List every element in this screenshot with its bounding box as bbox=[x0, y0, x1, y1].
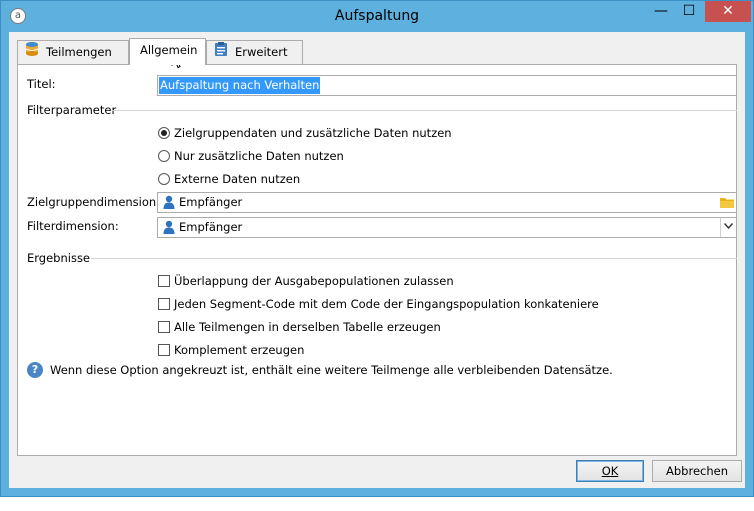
window-title: Aufspaltung bbox=[334, 8, 420, 24]
radio-target-and-extra-data[interactable] bbox=[158, 127, 170, 139]
title-bar[interactable]: a Aufspaltung — ☐ ✕ bbox=[1, 1, 753, 32]
dialog-window: a Aufspaltung — ☐ ✕ Teilmengen Allgemein… bbox=[0, 0, 754, 497]
cancel-button-label: Abbrechen bbox=[666, 464, 728, 478]
tab-teilmengen[interactable]: Teilmengen bbox=[17, 40, 129, 64]
cancel-button[interactable]: Abbrechen bbox=[652, 460, 742, 482]
filter-parameters-heading: Filterparameter bbox=[27, 103, 117, 117]
chevron-down-icon[interactable] bbox=[720, 218, 736, 237]
checkbox-label: Komplement erzeugen bbox=[174, 343, 305, 357]
filter-dimension-select[interactable]: Empfänger bbox=[157, 217, 737, 238]
radio-external-data[interactable] bbox=[158, 173, 170, 185]
tab-label: Teilmengen bbox=[46, 45, 112, 59]
checkbox-allow-overlap[interactable] bbox=[158, 275, 170, 287]
checkbox-concatenate-segment-code[interactable] bbox=[158, 298, 170, 310]
help-icon: ? bbox=[27, 362, 43, 378]
radio-label: Externe Daten nutzen bbox=[174, 172, 301, 186]
group-divider bbox=[91, 258, 737, 259]
database-icon bbox=[24, 41, 40, 64]
ok-button-label: OK bbox=[601, 464, 619, 478]
target-dimension-value: Empfänger bbox=[179, 195, 243, 209]
maximize-button[interactable]: ☐ bbox=[675, 1, 703, 22]
person-icon bbox=[163, 195, 175, 209]
checkbox-same-table[interactable] bbox=[158, 321, 170, 333]
title-input-value: Aufspaltung nach Verhalten bbox=[159, 77, 321, 94]
dialog-client: Teilmengen Allgemein Erweitert Titel: Au… bbox=[9, 32, 745, 488]
results-heading: Ergebnisse bbox=[27, 251, 91, 265]
filter-dimension-label: Filterdimension: bbox=[27, 219, 119, 233]
target-dimension-field[interactable]: Empfänger bbox=[157, 192, 737, 213]
group-divider bbox=[112, 110, 737, 111]
checkbox-label: Überlappung der Ausgabepopulationen zula… bbox=[174, 274, 454, 288]
tab-label: Allgemein bbox=[140, 43, 198, 57]
checkbox-label: Jeden Segment-Code mit dem Code der Eing… bbox=[174, 297, 599, 311]
tab-erweitert[interactable]: Erweitert bbox=[206, 40, 303, 64]
close-button[interactable]: ✕ bbox=[705, 1, 751, 22]
tab-label: Erweitert bbox=[235, 45, 288, 59]
person-icon bbox=[163, 220, 175, 234]
radio-label: Nur zusätzliche Daten nutzen bbox=[174, 149, 344, 163]
minimize-button[interactable]: — bbox=[647, 1, 675, 22]
filter-dimension-value: Empfänger bbox=[179, 220, 243, 234]
checkbox-complement[interactable] bbox=[158, 344, 170, 356]
title-input[interactable]: Aufspaltung nach Verhalten bbox=[157, 75, 737, 96]
folder-icon[interactable] bbox=[718, 193, 736, 212]
radio-extra-data-only[interactable] bbox=[158, 150, 170, 162]
tab-panel-allgemein: Titel: Aufspaltung nach Verhalten Filter… bbox=[17, 64, 737, 456]
checkbox-label: Alle Teilmengen in derselben Tabelle erz… bbox=[174, 320, 441, 334]
target-dimension-label: Zielgruppendimension: bbox=[27, 195, 161, 209]
tab-allgemein[interactable]: Allgemein bbox=[129, 38, 206, 65]
clipboard-icon bbox=[213, 41, 229, 64]
title-label: Titel: bbox=[27, 77, 56, 91]
ok-button[interactable]: OK bbox=[576, 460, 644, 482]
radio-label: Zielgruppendaten und zusätzliche Daten n… bbox=[174, 126, 452, 140]
help-text: Wenn diese Option angekreuzt ist, enthäl… bbox=[50, 363, 613, 377]
